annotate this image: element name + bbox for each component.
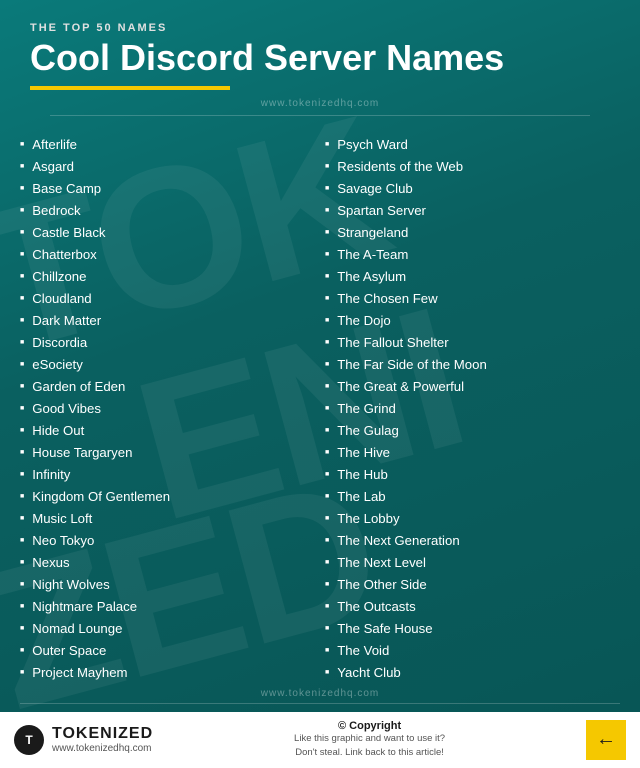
list-item: Spartan Server — [325, 200, 620, 222]
list-item: Nightmare Palace — [20, 596, 315, 618]
list-item: Dark Matter — [20, 310, 315, 332]
list-item: Yacht Club — [325, 662, 620, 684]
list-item: Good Vibes — [20, 398, 315, 420]
list-item: The Hive — [325, 442, 620, 464]
main-title: Cool Discord Server Names — [30, 38, 610, 78]
list-item: Residents of the Web — [325, 156, 620, 178]
list-item: The A-Team — [325, 244, 620, 266]
arrow-button[interactable]: ← — [586, 720, 626, 760]
copyright-text: Like this graphic and want to use it?Don… — [163, 732, 576, 759]
list-item: Hide Out — [20, 420, 315, 442]
list-item: Asgard — [20, 156, 315, 178]
list-item: Bedrock — [20, 200, 315, 222]
header-divider — [50, 115, 590, 116]
list-item: The Gulag — [325, 420, 620, 442]
list-item: Nexus — [20, 552, 315, 574]
columns: AfterlifeAsgardBase CampBedrockCastle Bl… — [0, 134, 640, 684]
list-item: The Asylum — [325, 266, 620, 288]
list-item: The Lab — [325, 486, 620, 508]
right-column: Psych WardResidents of the WebSavage Clu… — [325, 134, 620, 684]
list-item: The Outcasts — [325, 596, 620, 618]
list-item: The Hub — [325, 464, 620, 486]
list-item: Neo Tokyo — [20, 530, 315, 552]
list-item: Infinity — [20, 464, 315, 486]
list-item: The Other Side — [325, 574, 620, 596]
list-item: Nomad Lounge — [20, 618, 315, 640]
list-item: Savage Club — [325, 178, 620, 200]
list-item: The Safe House — [325, 618, 620, 640]
list-item: House Targaryen — [20, 442, 315, 464]
list-item: Music Loft — [20, 508, 315, 530]
top-label: THE TOP 50 NAMES — [30, 22, 610, 34]
brand-icon-letter: T — [25, 733, 32, 747]
list-item: Chillzone — [20, 266, 315, 288]
list-item: Night Wolves — [20, 574, 315, 596]
copyright-label: © Copyright — [163, 720, 576, 732]
header-url: www.tokenizedhq.com — [30, 98, 610, 109]
footer-center: © Copyright Like this graphic and want t… — [153, 720, 586, 759]
list-item: The Grind — [325, 398, 620, 420]
list-item: Chatterbox — [20, 244, 315, 266]
list-item: Psych Ward — [325, 134, 620, 156]
brand-logo-icon: T — [14, 725, 44, 755]
page-container: TOK ENI ZED THE TOP 50 NAMES Cool Discor… — [0, 0, 640, 768]
list-item: The Void — [325, 640, 620, 662]
list-item: Project Mayhem — [20, 662, 315, 684]
list-item: Cloudland — [20, 288, 315, 310]
list-item: Afterlife — [20, 134, 315, 156]
yellow-bar — [30, 86, 230, 90]
list-item: The Next Level — [325, 552, 620, 574]
list-item: Castle Black — [20, 222, 315, 244]
footer-divider — [20, 703, 620, 704]
list-item: The Lobby — [325, 508, 620, 530]
list-item: The Fallout Shelter — [325, 332, 620, 354]
footer-url-mid: www.tokenizedhq.com — [0, 688, 640, 699]
list-item: The Dojo — [325, 310, 620, 332]
list-item: The Next Generation — [325, 530, 620, 552]
header: THE TOP 50 NAMES Cool Discord Server Nam… — [0, 0, 640, 134]
list-item: The Far Side of the Moon — [325, 354, 620, 376]
footer-left: T TOKENIZED www.tokenizedhq.com — [14, 725, 153, 755]
list-item: Outer Space — [20, 640, 315, 662]
list-item: Garden of Eden — [20, 376, 315, 398]
list-item: Kingdom Of Gentlemen — [20, 486, 315, 508]
list-item: Strangeland — [325, 222, 620, 244]
brand-name: TOKENIZED — [52, 725, 153, 743]
list-item: The Chosen Few — [325, 288, 620, 310]
footer-brand: TOKENIZED www.tokenizedhq.com — [52, 725, 153, 754]
list-item: The Great & Powerful — [325, 376, 620, 398]
left-column: AfterlifeAsgardBase CampBedrockCastle Bl… — [20, 134, 315, 684]
list-item: Discordia — [20, 332, 315, 354]
list-item: Base Camp — [20, 178, 315, 200]
list-item: eSociety — [20, 354, 315, 376]
footer: T TOKENIZED www.tokenizedhq.com © Copyri… — [0, 712, 640, 768]
